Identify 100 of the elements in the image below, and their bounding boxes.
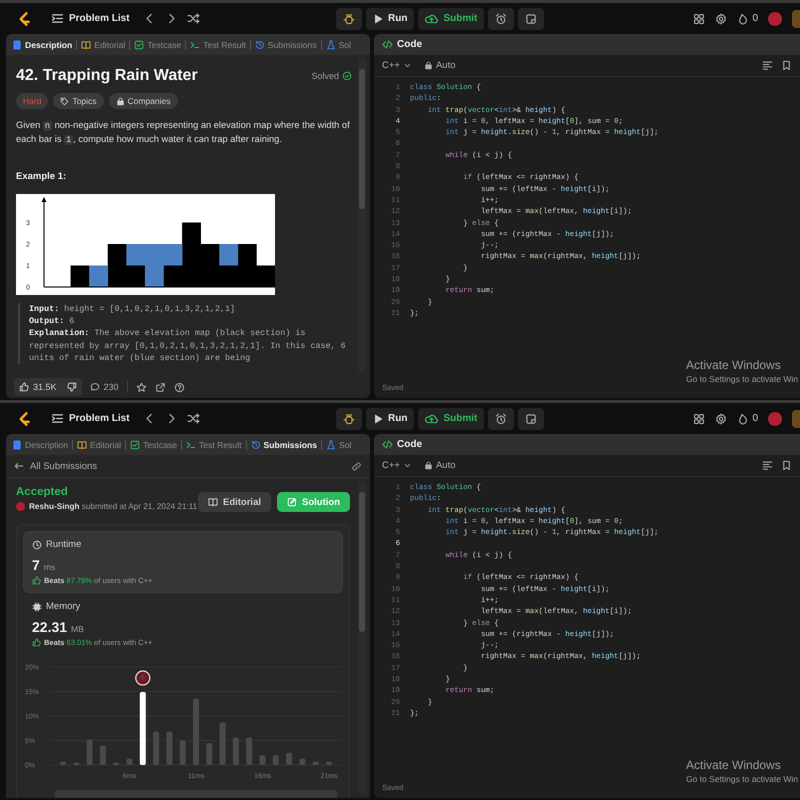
flask-icon [326, 440, 336, 450]
format-icon[interactable] [762, 460, 773, 471]
bug-icon [343, 412, 355, 424]
scrollbar[interactable] [358, 59, 366, 372]
auto-mode-button[interactable]: Auto [424, 60, 456, 71]
problem-list-button[interactable]: Problem List [47, 8, 134, 30]
example-text: Input: height = [0,1,0,2,1,0,1,3,2,1,2,1] [29, 303, 236, 316]
list-icon [51, 412, 64, 425]
help-icon[interactable] [174, 382, 185, 392]
histogram-bar [153, 732, 160, 765]
histogram-bar [299, 758, 306, 765]
bug-icon [343, 12, 355, 24]
histogram-bar [326, 762, 332, 765]
thumbs-up-icon [32, 638, 41, 647]
grid-icon[interactable] [693, 12, 706, 24]
flame-icon[interactable] [737, 412, 750, 424]
upload-icon [425, 412, 438, 425]
tab[interactable]: Submissions [250, 440, 317, 450]
flask-icon [326, 40, 336, 50]
problem-list-button[interactable]: Problem List [47, 408, 134, 430]
document-icon [12, 40, 22, 50]
submit-button[interactable]: Submit [418, 408, 484, 430]
histogram-bar [100, 745, 106, 765]
histogram-bar [286, 752, 292, 765]
avatar[interactable] [768, 412, 782, 426]
editorial-button[interactable]: Editorial [198, 492, 271, 512]
language-select[interactable]: C++ [382, 60, 412, 71]
timer-button[interactable] [488, 408, 514, 430]
panel-title: Code [397, 39, 422, 50]
chip-icon [32, 602, 42, 612]
share-icon[interactable] [154, 382, 166, 392]
format-icon[interactable] [762, 60, 773, 71]
tab[interactable]: Test Result [186, 440, 242, 450]
terminal-icon [190, 40, 200, 50]
metric-unit: ms [44, 562, 56, 572]
tab[interactable]: Sol [326, 440, 352, 450]
comments-button[interactable]: 230 [90, 382, 119, 392]
tab[interactable]: Testcase [130, 440, 177, 450]
tag[interactable]: Companies [108, 93, 178, 109]
histogram-bar [193, 698, 199, 765]
bookmark-icon[interactable] [781, 460, 792, 471]
thumbs-up-icon [19, 382, 29, 392]
tag[interactable]: Topics [53, 93, 104, 109]
tab[interactable]: Submissions [254, 40, 316, 50]
scrollbar[interactable] [358, 482, 366, 794]
history-icon [250, 440, 260, 450]
notes-button[interactable] [518, 8, 544, 30]
histogram-bar [272, 755, 279, 765]
tab[interactable]: Description [12, 40, 72, 50]
histogram-bar [126, 758, 132, 765]
code-icon [382, 439, 393, 450]
streak-count: 0 [752, 413, 758, 424]
run-button[interactable]: Run [366, 408, 414, 430]
metric-label: Memory [46, 601, 80, 612]
verdict: Accepted [16, 486, 69, 498]
shuffle-icon[interactable] [186, 412, 200, 425]
histogram-bar [232, 738, 239, 765]
flame-icon[interactable] [737, 12, 750, 24]
histogram-bar [60, 762, 66, 765]
example-text: Output: 6 [29, 315, 76, 328]
notes-button[interactable] [518, 408, 544, 430]
activation-watermark-text: Go to Settings to activate Win [686, 374, 798, 384]
run-button[interactable]: Run [366, 8, 414, 30]
tab[interactable]: Description [12, 440, 68, 450]
histogram-bar [86, 740, 93, 765]
tag-icon [60, 96, 70, 106]
terminal-icon [186, 440, 196, 450]
history-icon [254, 40, 265, 50]
avatar[interactable] [768, 12, 782, 26]
settings-icon[interactable] [715, 412, 728, 424]
thumbs-down-icon [66, 382, 77, 392]
document-icon [12, 440, 22, 450]
settings-icon[interactable] [715, 12, 728, 24]
auto-mode-button[interactable]: Auto [424, 460, 456, 471]
tab[interactable]: Testcase [134, 40, 182, 50]
tab[interactable]: Editorial [81, 40, 126, 50]
highlighted-bar[interactable] [140, 692, 146, 765]
shuffle-icon[interactable] [186, 12, 200, 25]
histogram-bar [113, 762, 120, 765]
histogram-bar [206, 742, 212, 765]
avatar [16, 502, 25, 511]
debug-button[interactable] [336, 408, 362, 430]
tab[interactable]: Test Result [190, 40, 246, 50]
histogram-bar [220, 722, 226, 765]
submit-button[interactable]: Submit [418, 8, 484, 30]
metric-value: 7 [32, 557, 40, 573]
debug-button[interactable] [336, 8, 362, 30]
metric-unit: MB [71, 624, 84, 634]
star-icon[interactable] [136, 382, 147, 392]
language-select[interactable]: C++ [382, 460, 412, 471]
solved-status: Solved [311, 71, 339, 81]
bookmark-icon[interactable] [781, 60, 792, 71]
all-submissions-link[interactable]: All Submissions [14, 460, 98, 472]
timer-button[interactable] [488, 8, 514, 30]
tab[interactable]: Editorial [77, 440, 122, 450]
link-icon[interactable] [351, 460, 362, 472]
book-icon [81, 40, 92, 50]
code-icon [382, 39, 393, 50]
grid-icon[interactable] [693, 412, 706, 424]
tab[interactable]: Sol [326, 40, 351, 50]
